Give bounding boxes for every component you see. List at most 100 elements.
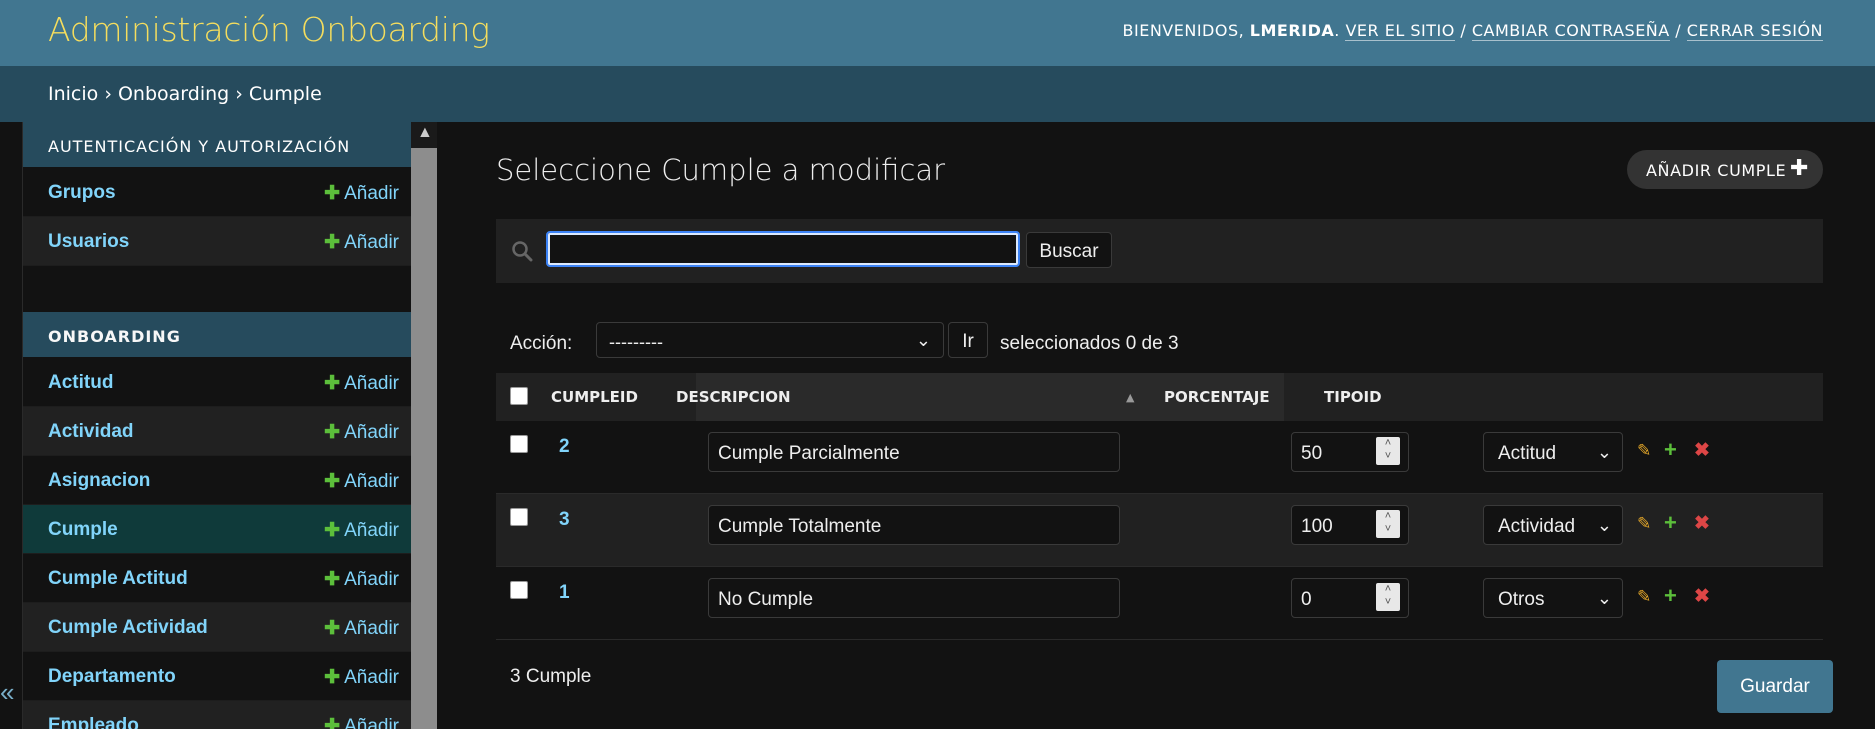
action-counter: seleccionados 0 de 3 (1000, 333, 1179, 354)
site-branding[interactable]: Administración Onboarding (48, 10, 490, 49)
row-id-link[interactable]: 1 (559, 582, 570, 604)
table-row: 2 Cumple Parcialmente 50 ˄ ˅ Actitud ⌄ ✎ +… (496, 421, 1823, 494)
number-spinner[interactable]: ˄ ˅ (1376, 437, 1400, 465)
select-all-checkbox[interactable] (510, 387, 528, 405)
add-label: Añadir (344, 667, 399, 688)
sidebar-item-label[interactable]: Cumple Actitud (48, 568, 188, 590)
spin-down-icon[interactable]: ˅ (1385, 450, 1391, 462)
tipoid-selected-value: Actitud (1498, 443, 1557, 464)
tipoid-select[interactable]: Actividad ⌄ (1483, 505, 1623, 545)
double-chevron-left-icon[interactable]: « (0, 677, 14, 708)
row-checkbox[interactable] (510, 508, 528, 526)
scroll-up-button[interactable]: ▲ (411, 122, 437, 148)
change-password-link[interactable]: CAMBIAR CONTRASEÑA (1471, 21, 1670, 41)
module-caption-auth[interactable]: AUTENTICACIÓN Y AUTORIZACIÓN (23, 122, 411, 168)
add-label: Añadir (344, 618, 399, 639)
breadcrumb-home[interactable]: Inicio (48, 83, 98, 105)
spin-down-icon[interactable]: ˅ (1385, 523, 1391, 535)
plus-icon: ✚ (324, 667, 341, 688)
sidebar-item-label[interactable]: Departamento (48, 666, 176, 688)
plus-icon: ✚ (324, 520, 341, 541)
plus-icon: ✚ (324, 422, 341, 443)
column-header-tipoid[interactable]: TIPOID (1324, 388, 1382, 406)
sort-asc-icon[interactable]: ▲ (1126, 391, 1134, 404)
plus-icon[interactable]: + (1664, 510, 1677, 536)
sidebar-item-label[interactable]: Cumple (48, 519, 118, 541)
add-button-label: AÑADIR CUMPLE (1646, 161, 1787, 180)
row-checkbox[interactable] (510, 435, 528, 453)
go-button[interactable]: Ir (948, 322, 988, 358)
sidebar-add-link[interactable]: ✚ Añadir (324, 666, 399, 689)
number-spinner[interactable]: ˄ ˅ (1376, 583, 1400, 611)
spin-down-icon[interactable]: ˅ (1385, 596, 1391, 608)
sidebar-item-usuarios: Usuarios ✚ Añadir (23, 217, 411, 266)
sidebar-scrollbar[interactable] (411, 122, 437, 729)
sidebar-add-link[interactable]: ✚ Añadir (324, 421, 399, 444)
view-site-link[interactable]: VER EL SITIO (1345, 21, 1455, 41)
sidebar-add-link[interactable]: ✚ Añadir (324, 568, 399, 591)
add-label: Añadir (344, 716, 399, 729)
add-cumple-button[interactable]: AÑADIR CUMPLE ✚ (1627, 150, 1823, 189)
delete-icon[interactable]: ✖ (1694, 439, 1710, 462)
spin-up-icon[interactable]: ˄ (1385, 437, 1391, 449)
descripcion-field[interactable]: No Cumple (708, 578, 1120, 618)
descripcion-field[interactable]: Cumple Totalmente (708, 505, 1120, 545)
spin-up-icon[interactable]: ˄ (1385, 510, 1391, 522)
descripcion-field[interactable]: Cumple Parcialmente (708, 432, 1120, 472)
plus-icon: ✚ (324, 471, 341, 492)
module-caption-onboarding[interactable]: ONBOARDING (23, 312, 411, 358)
sidebar-toggle[interactable]: « (0, 122, 23, 729)
column-header-descripcion[interactable]: DESCRIPCION (676, 388, 791, 406)
plus-icon[interactable]: + (1664, 437, 1677, 463)
add-label: Añadir (344, 183, 399, 204)
sidebar-add-link[interactable]: ✚ Añadir (324, 470, 399, 493)
row-id-link[interactable]: 2 (559, 436, 570, 458)
tipoid-select[interactable]: Actitud ⌄ (1483, 432, 1623, 472)
save-button[interactable]: Guardar (1717, 660, 1833, 713)
search-toolbar: Buscar (496, 219, 1823, 283)
sidebar-item-label[interactable]: Empleado (48, 715, 139, 729)
sidebar-item-empleado: Empleado ✚ Añadir (23, 701, 411, 729)
sidebar-item-label[interactable]: Usuarios (48, 231, 129, 253)
nav-sidebar: AUTENTICACIÓN Y AUTORIZACIÓN Grupos ✚ Aña… (23, 122, 411, 729)
sidebar-item-label[interactable]: Asignacion (48, 470, 150, 492)
period: . (1334, 21, 1346, 40)
sidebar-spacer (23, 266, 411, 312)
plus-icon[interactable]: + (1664, 583, 1677, 609)
table-row: 1 No Cumple 0 ˄ ˅ Otros ⌄ ✎ + ✖ (496, 567, 1823, 640)
search-button[interactable]: Buscar (1026, 232, 1112, 268)
sidebar-item-cumple-actividad: Cumple Actividad ✚ Añadir (23, 603, 411, 652)
user-tools: BIENVENIDOS, LMERIDA. VER EL SITIO / CAM… (1122, 21, 1823, 41)
breadcrumb-app[interactable]: Onboarding (118, 83, 229, 105)
spin-up-icon[interactable]: ˄ (1385, 583, 1391, 595)
pencil-icon[interactable]: ✎ (1637, 441, 1651, 461)
sidebar-add-link[interactable]: ✚ Añadir (324, 372, 399, 395)
number-spinner[interactable]: ˄ ˅ (1376, 510, 1400, 538)
delete-icon[interactable]: ✖ (1694, 512, 1710, 535)
pencil-icon[interactable]: ✎ (1637, 587, 1651, 607)
action-select[interactable]: --------- ⌄ (596, 322, 944, 358)
pencil-icon[interactable]: ✎ (1637, 514, 1651, 534)
delete-icon[interactable]: ✖ (1694, 585, 1710, 608)
sidebar-add-link[interactable]: ✚ Añadir (324, 519, 399, 542)
search-input[interactable] (546, 231, 1020, 267)
tipoid-select[interactable]: Otros ⌄ (1483, 578, 1623, 618)
add-label: Añadir (344, 232, 399, 253)
sidebar-item-label[interactable]: Actividad (48, 421, 134, 443)
row-id-link[interactable]: 3 (559, 509, 570, 531)
column-header-cumpleid[interactable]: CUMPLEID (551, 388, 638, 406)
column-header-porcentaje[interactable]: PORCENTAJE (1164, 388, 1270, 406)
logout-link[interactable]: CERRAR SESIÓN (1686, 21, 1823, 41)
row-checkbox[interactable] (510, 581, 528, 599)
sidebar-add-link[interactable]: ✚ Añadir (324, 715, 399, 729)
main-content: Seleccione Cumple a modificar AÑADIR CUM… (438, 122, 1875, 729)
welcome-text: BIENVENIDOS, (1122, 21, 1250, 40)
sidebar-add-link[interactable]: ✚ Añadir (324, 617, 399, 640)
sidebar-add-link[interactable]: ✚ Añadir (324, 231, 399, 254)
sidebar-item-label[interactable]: Cumple Actividad (48, 617, 208, 639)
sidebar-item-label[interactable]: Actitud (48, 372, 113, 394)
breadcrumb-current: Cumple (248, 83, 322, 105)
sidebar-add-link[interactable]: ✚ Añadir (324, 182, 399, 205)
chevron-down-icon: ⌄ (1596, 515, 1612, 535)
sidebar-item-label[interactable]: Grupos (48, 182, 116, 204)
